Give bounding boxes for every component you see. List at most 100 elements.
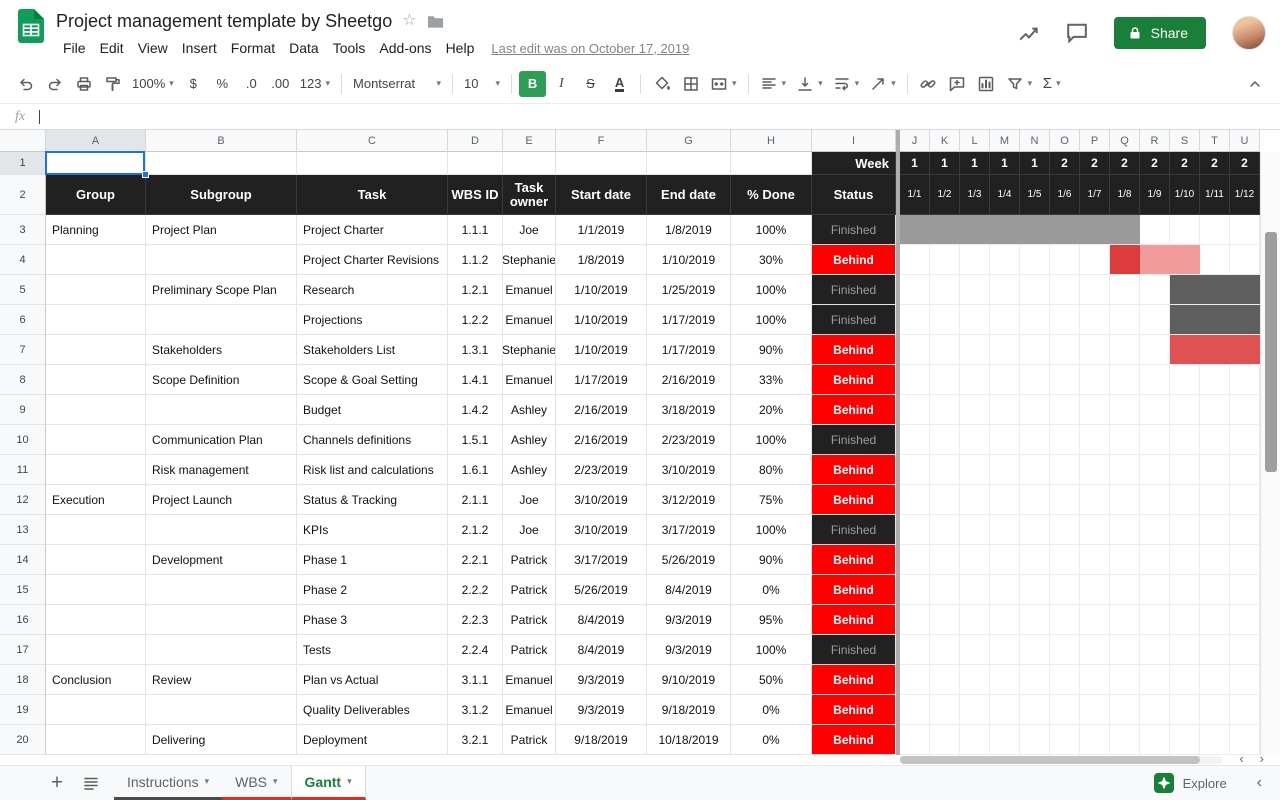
col-header-C[interactable]: C	[297, 130, 448, 152]
gantt-cell[interactable]	[900, 545, 930, 575]
gantt-cell[interactable]	[1200, 605, 1230, 635]
week-date-cell[interactable]: 1/4	[990, 175, 1020, 215]
gantt-cell[interactable]	[930, 515, 960, 545]
status-cell[interactable]: Finished	[812, 305, 896, 335]
increase-decimals-button[interactable]: .00	[267, 71, 294, 97]
comment-history-icon[interactable]	[1066, 23, 1088, 43]
menu-file[interactable]: File	[56, 38, 93, 58]
row-header-11[interactable]: 11	[0, 455, 46, 485]
cell-end[interactable]: 5/26/2019	[647, 545, 731, 575]
row-header-6[interactable]: 6	[0, 305, 46, 335]
gantt-cell[interactable]	[1110, 395, 1140, 425]
cell-start[interactable]: 2/16/2019	[556, 425, 647, 455]
week-date-cell[interactable]: 1/9	[1140, 175, 1170, 215]
cell-task[interactable]: Channels definitions	[297, 425, 448, 455]
gantt-cell[interactable]	[1080, 665, 1110, 695]
cell-task[interactable]: Quality Deliverables	[297, 695, 448, 725]
cell-owner[interactable]: Patrick	[503, 635, 556, 665]
cell-subgroup[interactable]: Risk management	[146, 455, 297, 485]
format-currency-button[interactable]: $	[180, 71, 207, 97]
status-cell[interactable]: Finished	[812, 635, 896, 665]
gantt-cell[interactable]	[1050, 515, 1080, 545]
cell-done[interactable]: 20%	[731, 395, 812, 425]
tab-menu-caret[interactable]: ▾	[273, 776, 278, 787]
sheet-tab-wbs[interactable]: WBS▾	[222, 766, 290, 800]
gantt-cell[interactable]	[1140, 665, 1170, 695]
cell-done[interactable]: 100%	[731, 425, 812, 455]
week-date-cell[interactable]: 1/6	[1050, 175, 1080, 215]
cell-wbs[interactable]: 1.4.1	[448, 365, 503, 395]
avatar[interactable]	[1232, 16, 1266, 50]
cell-start[interactable]: 9/3/2019	[556, 665, 647, 695]
gantt-cell[interactable]	[1080, 485, 1110, 515]
col-header-K[interactable]: K	[930, 130, 960, 152]
gantt-cell[interactable]	[1080, 515, 1110, 545]
week-number-cell[interactable]: 1	[900, 152, 930, 175]
cell-owner[interactable]: Stephanie	[503, 245, 556, 275]
cell-owner[interactable]: Emanuel	[503, 695, 556, 725]
cell-group[interactable]	[46, 725, 146, 755]
gantt-cell[interactable]	[1140, 695, 1170, 725]
gantt-cell[interactable]	[1230, 545, 1260, 575]
gantt-cell[interactable]	[990, 335, 1020, 365]
gantt-cell[interactable]	[900, 635, 930, 665]
col-header-G[interactable]: G	[647, 130, 731, 152]
row-header-17[interactable]: 17	[0, 635, 46, 665]
col-header-Q[interactable]: Q	[1110, 130, 1140, 152]
cell-owner[interactable]: Joe	[503, 515, 556, 545]
cell-task[interactable]: Phase 3	[297, 605, 448, 635]
horizontal-align-button[interactable]: ▾	[756, 71, 791, 97]
bold-button[interactable]: B	[519, 71, 546, 97]
number-format-select[interactable]: 123 ▾	[296, 71, 334, 97]
gantt-cell[interactable]	[1020, 635, 1050, 665]
status-cell[interactable]: Finished	[812, 425, 896, 455]
cell-start[interactable]: 3/10/2019	[556, 515, 647, 545]
row-header-14[interactable]: 14	[0, 545, 46, 575]
cell-B1[interactable]	[146, 152, 297, 175]
cell-wbs[interactable]: 1.4.2	[448, 395, 503, 425]
cell-done[interactable]: 100%	[731, 635, 812, 665]
share-button[interactable]: Share	[1114, 17, 1206, 49]
cell-start[interactable]: 1/8/2019	[556, 245, 647, 275]
gantt-cell[interactable]	[1110, 665, 1140, 695]
gantt-cell[interactable]	[1080, 725, 1110, 755]
cell-task[interactable]: Project Charter Revisions	[297, 245, 448, 275]
gantt-cell[interactable]	[990, 485, 1020, 515]
cell-wbs[interactable]: 1.1.1	[448, 215, 503, 245]
cell-owner[interactable]: Ashley	[503, 455, 556, 485]
gantt-cell[interactable]	[1020, 305, 1050, 335]
text-wrap-button[interactable]: ▾	[829, 71, 864, 97]
gantt-cell[interactable]	[1020, 545, 1050, 575]
status-cell[interactable]: Behind	[812, 335, 896, 365]
cell-end[interactable]: 2/23/2019	[647, 425, 731, 455]
cell-wbs[interactable]: 2.2.3	[448, 605, 503, 635]
gantt-cell[interactable]	[1170, 425, 1200, 455]
menu-help[interactable]: Help	[439, 38, 482, 58]
status-cell[interactable]: Behind	[812, 725, 896, 755]
gantt-cell[interactable]	[1020, 245, 1050, 275]
gantt-cell[interactable]	[1230, 605, 1260, 635]
row-header-15[interactable]: 15	[0, 575, 46, 605]
gantt-bar[interactable]	[1170, 305, 1260, 334]
status-cell[interactable]: Behind	[812, 245, 896, 275]
cell-group[interactable]: Conclusion	[46, 665, 146, 695]
col-header-F[interactable]: F	[556, 130, 647, 152]
cell-done[interactable]: 90%	[731, 335, 812, 365]
gantt-cell[interactable]	[1080, 365, 1110, 395]
gantt-cell[interactable]	[900, 665, 930, 695]
cell-end[interactable]: 1/25/2019	[647, 275, 731, 305]
gantt-cell[interactable]	[1230, 665, 1260, 695]
gantt-cell[interactable]	[1050, 725, 1080, 755]
scroll-left-button[interactable]: ‹	[1239, 751, 1243, 766]
header-group[interactable]: Group	[46, 175, 146, 215]
cell-task[interactable]: Status & Tracking	[297, 485, 448, 515]
gantt-cell[interactable]	[1140, 725, 1170, 755]
cell-group[interactable]	[46, 695, 146, 725]
cell-end[interactable]: 1/17/2019	[647, 305, 731, 335]
gantt-cell[interactable]	[1170, 215, 1200, 245]
row-header-13[interactable]: 13	[0, 515, 46, 545]
gantt-cell[interactable]	[1080, 695, 1110, 725]
italic-button[interactable]: I	[548, 71, 575, 97]
cell-group[interactable]	[46, 245, 146, 275]
gantt-cell[interactable]	[1020, 275, 1050, 305]
